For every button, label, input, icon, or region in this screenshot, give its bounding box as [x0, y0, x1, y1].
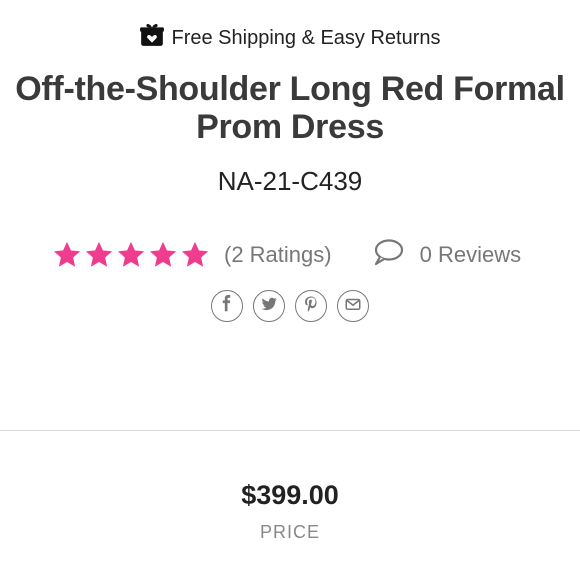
share-twitter-button[interactable] [253, 290, 285, 322]
social-share [0, 290, 580, 322]
reviews-link[interactable]: 0 Reviews [372, 238, 521, 272]
product-title: Off-the-Shoulder Long Red Formal Prom Dr… [15, 70, 565, 146]
shipping-text: Free Shipping & Easy Returns [171, 26, 441, 49]
star-icon [85, 241, 113, 267]
share-facebook-button[interactable] [211, 290, 243, 322]
speech-bubble-icon [372, 238, 404, 272]
price-label: PRICE [259, 522, 320, 542]
ratings-count[interactable]: (2 Ratings) [224, 242, 332, 268]
gift-box-icon [139, 22, 165, 54]
section-divider [0, 430, 580, 431]
star-icon [117, 241, 145, 267]
facebook-icon [218, 294, 236, 318]
rating-row: (2 Ratings) 0 Reviews [52, 238, 532, 272]
price-value: $399.00 [241, 480, 339, 510]
email-icon [344, 295, 362, 318]
pinterest-icon [302, 295, 320, 318]
star-icon [53, 241, 81, 267]
star-icon [181, 241, 209, 267]
twitter-icon [260, 295, 278, 318]
reviews-count: 0 Reviews [419, 242, 522, 267]
share-email-button[interactable] [337, 290, 369, 322]
share-pinterest-button[interactable] [295, 290, 327, 322]
star-rating[interactable] [52, 240, 210, 270]
shipping-banner: Free Shipping & Easy Returns [0, 22, 580, 54]
product-sku: NA-21-C439 [217, 166, 363, 196]
star-icon [149, 241, 177, 267]
